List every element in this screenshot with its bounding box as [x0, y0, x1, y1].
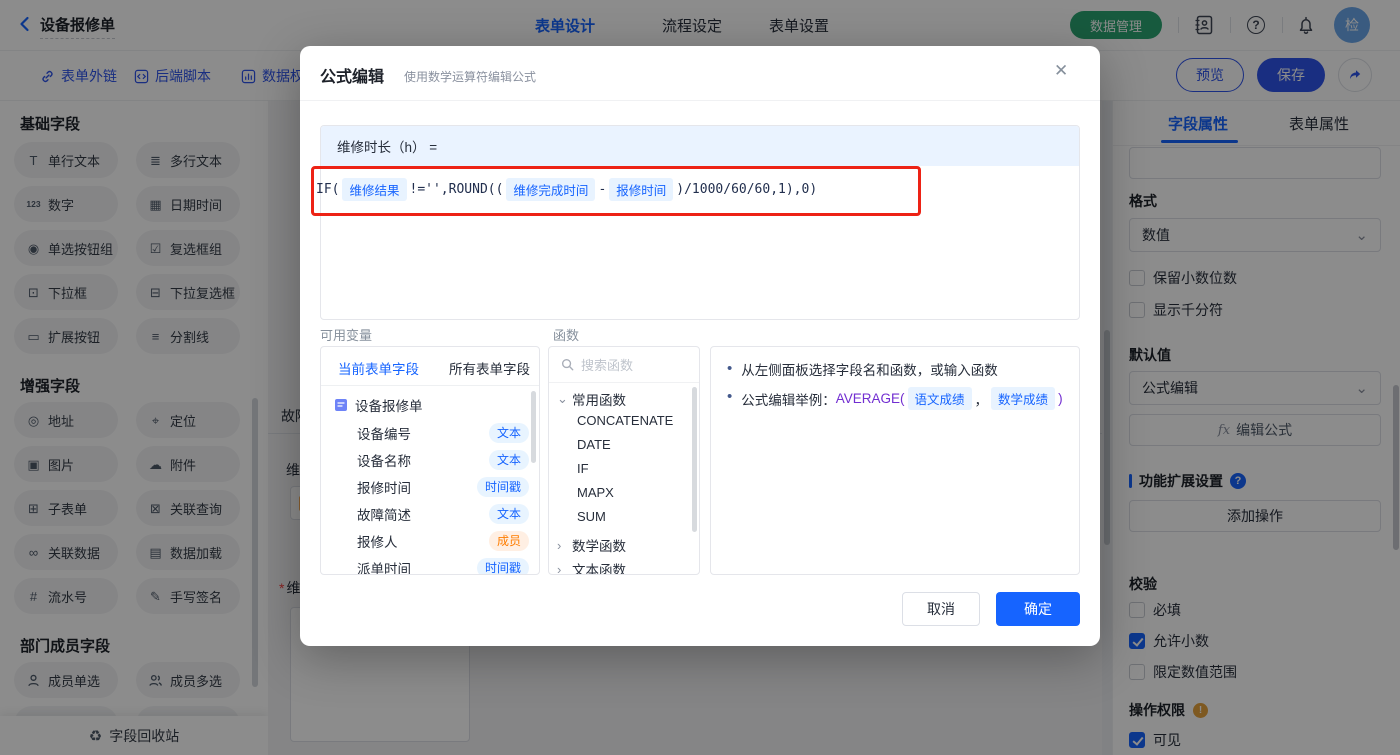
variable-row[interactable]: 派单时间 时间戳	[357, 554, 529, 574]
document-icon	[335, 399, 347, 411]
modal-subtitle: 使用数学运算符编辑公式	[404, 70, 537, 84]
divider	[300, 100, 1100, 101]
function-group-text[interactable]: › 文本函数	[557, 559, 626, 575]
close-icon[interactable]: ✕	[1054, 61, 1068, 81]
variables-section-label: 可用变量	[320, 328, 373, 343]
example-function-name: AVERAGE(	[835, 391, 905, 406]
function-group-math[interactable]: › 数学函数	[557, 535, 626, 555]
function-item[interactable]: DATE	[577, 437, 611, 452]
type-badge: 文本	[488, 449, 529, 470]
annotation-highlight-box	[311, 166, 921, 216]
bullet-icon: •	[727, 360, 733, 377]
functions-panel: 搜索函数 ⌄ 常用函数 CONCATENATE DATE IF MAPX SUM …	[548, 346, 700, 575]
help-panel: • 从左侧面板选择字段名和函数，或输入函数 • 公式编辑举例： AVERAGE(…	[710, 346, 1080, 575]
type-badge: 成员	[488, 530, 529, 551]
tab-all-form-fields[interactable]: 所有表单字段	[449, 358, 530, 378]
tab-current-form-fields[interactable]: 当前表单字段	[338, 358, 419, 378]
formula-target-field: 维修时长（h） =	[337, 140, 438, 155]
tree-root-form[interactable]: 设备报修单	[334, 395, 423, 415]
function-item[interactable]: CONCATENATE	[577, 413, 673, 428]
functions-section-label: 函数	[553, 328, 580, 343]
variable-row[interactable]: 故障简述 文本	[357, 500, 529, 527]
formula-target-strip: 维修时长（h） =	[321, 126, 1079, 166]
modal-title: 公式编辑	[320, 69, 385, 86]
divider	[321, 385, 539, 386]
type-badge: 文本	[488, 503, 529, 524]
formula-edit-modal: 公式编辑 使用数学运算符编辑公式 ✕ 维修时长（h） = IF( 维修结果 !=…	[300, 46, 1100, 646]
variables-panel: 当前表单字段 所有表单字段 设备报修单 设备编号 文本 设备名称 文本 报修时间 时间…	[320, 346, 540, 575]
cancel-button[interactable]: 取消	[902, 592, 980, 626]
variable-row[interactable]: 设备编号 文本	[357, 419, 529, 446]
formula-editor[interactable]: 维修时长（h） =	[320, 125, 1080, 320]
help-line-1: • 从左侧面板选择字段名和函数，或输入函数	[727, 360, 998, 378]
help-line-2: • 公式编辑举例： AVERAGE( 语文成绩 ， 数学成绩 )	[727, 387, 1063, 410]
chevron-down-icon: ⌄	[557, 391, 568, 406]
function-search-input[interactable]: 搜索函数	[549, 347, 699, 383]
bullet-icon: •	[727, 388, 733, 405]
function-item[interactable]: IF	[577, 461, 589, 476]
search-icon	[561, 358, 574, 371]
variable-row[interactable]: 设备名称 文本	[357, 446, 529, 473]
functions-scrollbar[interactable]	[692, 387, 697, 532]
field-chip: 数学成绩	[991, 387, 1056, 410]
variables-scrollbar[interactable]	[531, 391, 536, 463]
variable-row[interactable]: 报修时间 时间戳	[357, 473, 529, 500]
function-item[interactable]: MAPX	[577, 485, 614, 500]
chevron-right-icon: ›	[557, 561, 562, 575]
type-badge: 文本	[488, 422, 529, 443]
type-badge: 时间戳	[476, 557, 529, 574]
field-chip: 语文成绩	[907, 387, 972, 410]
search-placeholder: 搜索函数	[581, 358, 634, 373]
variable-row[interactable]: 报修人 成员	[357, 527, 529, 554]
function-item[interactable]: SUM	[577, 509, 606, 524]
example-close-paren: )	[1058, 391, 1063, 406]
chevron-right-icon: ›	[557, 537, 562, 553]
function-group-common[interactable]: ⌄ 常用函数	[557, 389, 626, 409]
type-badge: 时间戳	[476, 476, 529, 497]
confirm-button[interactable]: 确定	[996, 592, 1080, 626]
app-window: 设备报修单 表单设计 流程设定 表单设置 数据管理 ? 检 表单外链 后端脚本 …	[0, 0, 1400, 755]
